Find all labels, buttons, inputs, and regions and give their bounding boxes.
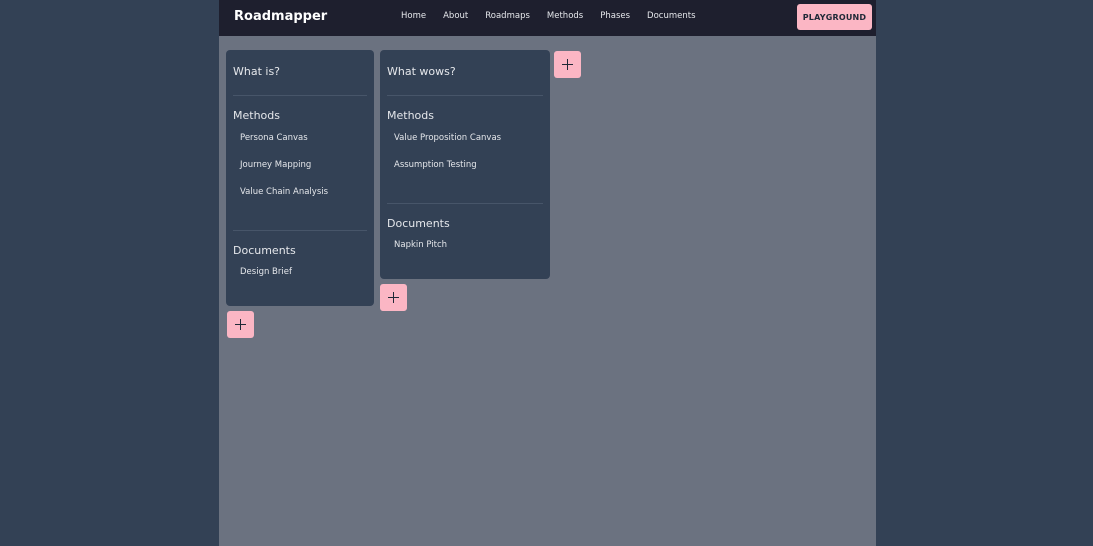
nav-links: Home About Roadmaps Methods Phases Docum…	[401, 11, 713, 21]
nav-link-methods[interactable]: Methods	[547, 11, 583, 21]
add-phase-button[interactable]	[554, 51, 581, 78]
method-item[interactable]: Value Proposition Canvas	[394, 133, 501, 143]
divider	[387, 95, 543, 96]
method-item[interactable]: Value Chain Analysis	[240, 187, 328, 197]
documents-heading: Documents	[233, 244, 296, 257]
method-item[interactable]: Assumption Testing	[394, 160, 477, 170]
phase-title[interactable]: What wows?	[387, 65, 456, 78]
document-item[interactable]: Design Brief	[240, 267, 292, 277]
roadmap-canvas: Roadmapper Home About Roadmaps Methods P…	[219, 0, 876, 546]
documents-heading: Documents	[387, 217, 450, 230]
nav-link-about[interactable]: About	[443, 11, 468, 21]
phase-title[interactable]: What is?	[233, 65, 280, 78]
method-item[interactable]: Journey Mapping	[240, 160, 311, 170]
nav-link-documents[interactable]: Documents	[647, 11, 695, 21]
brand-logo[interactable]: Roadmapper	[234, 9, 327, 24]
divider	[233, 95, 367, 96]
add-item-button[interactable]	[227, 311, 254, 338]
add-item-button[interactable]	[380, 284, 407, 311]
phase-card-what-wows: What wows? Methods Value Proposition Can…	[380, 50, 550, 279]
methods-heading: Methods	[387, 109, 434, 122]
document-item[interactable]: Napkin Pitch	[394, 240, 447, 250]
methods-heading: Methods	[233, 109, 280, 122]
method-item[interactable]: Persona Canvas	[240, 133, 308, 143]
top-navbar: Roadmapper Home About Roadmaps Methods P…	[219, 0, 876, 36]
phase-card-what-is: What is? Methods Persona Canvas Journey …	[226, 50, 374, 306]
divider	[233, 230, 367, 231]
nav-link-home[interactable]: Home	[401, 11, 426, 21]
nav-link-roadmaps[interactable]: Roadmaps	[485, 11, 530, 21]
playground-button[interactable]: PLAYGROUND	[797, 4, 872, 30]
divider	[387, 203, 543, 204]
nav-link-phases[interactable]: Phases	[600, 11, 630, 21]
